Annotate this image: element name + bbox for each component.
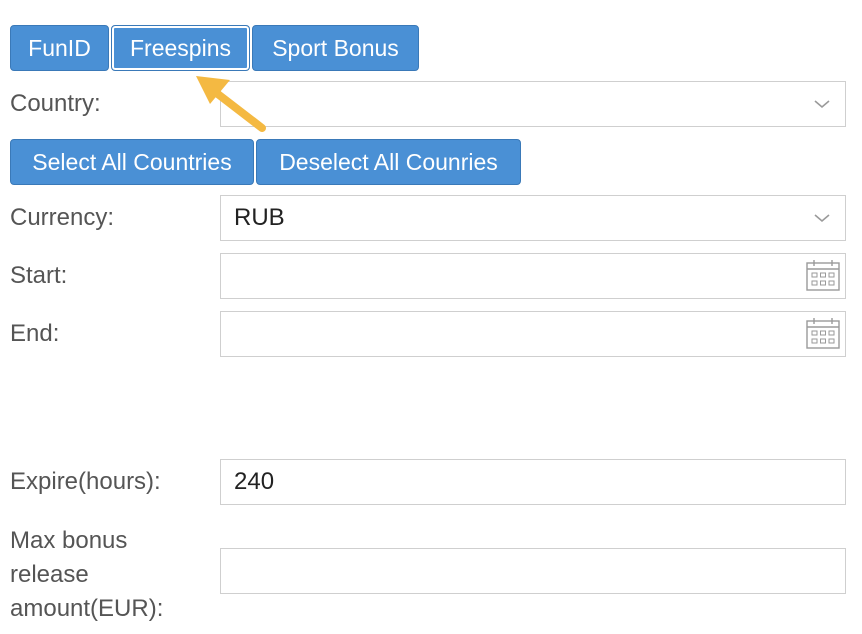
- end-label: End:: [10, 320, 60, 347]
- expire-hours-input[interactable]: 240: [220, 459, 846, 505]
- select-all-countries-label: Select All Countries: [32, 148, 232, 175]
- chevron-down-icon: [814, 214, 830, 223]
- currency-label: Currency:: [10, 204, 115, 231]
- end-date-input[interactable]: [220, 311, 846, 357]
- pointer-arrow-icon: [196, 76, 266, 132]
- currency-select-value: RUB: [234, 204, 285, 231]
- start-date-input[interactable]: [220, 253, 846, 299]
- country-select[interactable]: [220, 81, 846, 127]
- chevron-down-icon: [814, 100, 830, 109]
- deselect-all-countries-label: Deselect All Counries: [279, 148, 498, 175]
- deselect-all-countries-button[interactable]: Deselect All Counries: [256, 139, 521, 185]
- tab-funid[interactable]: FunID: [10, 25, 109, 71]
- country-label: Country:: [10, 90, 101, 117]
- tab-funid-label: FunID: [28, 34, 91, 61]
- bonus-form-page: FunID Freespins Sport Bonus Country: Sel…: [0, 0, 862, 634]
- calendar-icon[interactable]: [805, 259, 841, 293]
- tab-freespins[interactable]: Freespins: [111, 25, 250, 71]
- currency-select[interactable]: RUB: [220, 195, 846, 241]
- max-bonus-label-line: release: [10, 561, 89, 588]
- tab-sport-bonus[interactable]: Sport Bonus: [252, 25, 419, 71]
- max-bonus-label-line: amount(EUR):: [10, 595, 164, 622]
- max-bonus-amount-input[interactable]: [220, 548, 846, 594]
- calendar-icon[interactable]: [805, 317, 841, 351]
- expire-hours-label: Expire(hours):: [10, 468, 161, 495]
- select-all-countries-button[interactable]: Select All Countries: [10, 139, 254, 185]
- start-label: Start:: [10, 262, 68, 289]
- tab-sport-bonus-label: Sport Bonus: [272, 34, 399, 61]
- tab-freespins-label: Freespins: [130, 34, 231, 61]
- expire-hours-value: 240: [234, 468, 275, 495]
- max-bonus-label: Max bonus release amount(EUR):: [10, 524, 163, 626]
- max-bonus-label-line: Max bonus: [10, 527, 128, 554]
